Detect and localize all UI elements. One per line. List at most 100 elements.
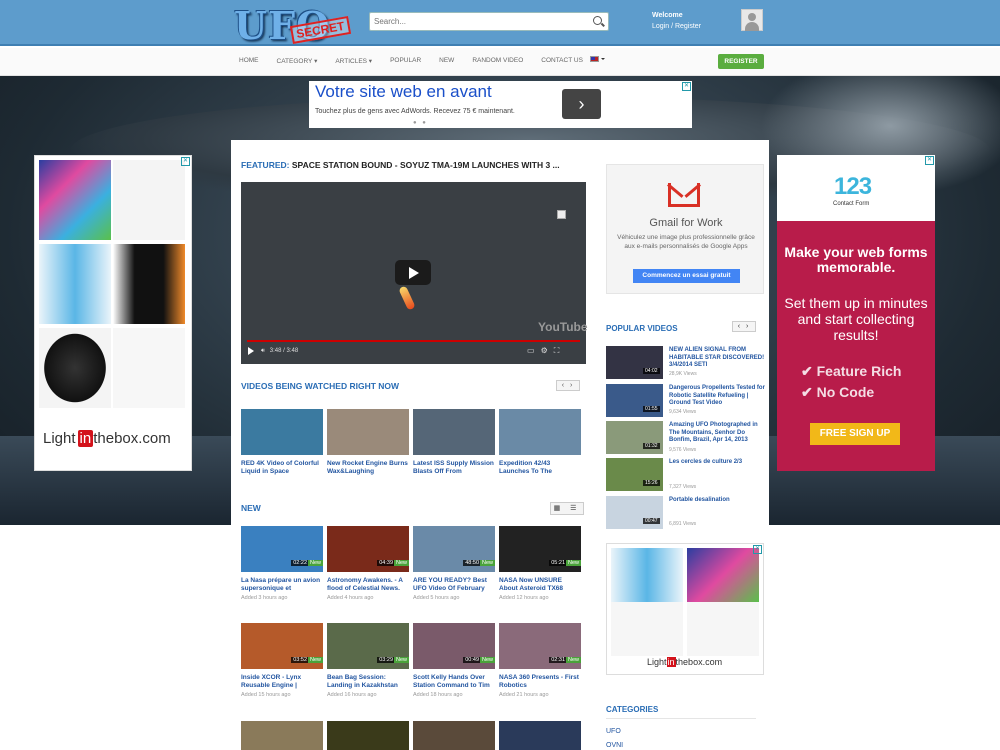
video-thumbnail[interactable] [499, 409, 581, 455]
video-caption[interactable]: La Nasa prépare un avion supersonique et… [241, 577, 323, 593]
video-player[interactable]: YouTube 🔊︎ 3:48 / 3:48 ▭⚙⛶ [241, 182, 588, 364]
list-item[interactable]: Latest ISS Supply Mission Blasts Off Fro… [413, 409, 495, 476]
nav-item-random-video[interactable]: RANDOM VIDEO [472, 57, 523, 65]
video-caption[interactable]: ARE YOU READY? Best UFO Video Of Februar… [413, 577, 495, 593]
popular-video-title[interactable]: Amazing UFO Photographed in The Mountain… [669, 422, 765, 445]
gmail-ad[interactable]: Gmail for Work Véhiculez une image plus … [606, 164, 764, 294]
nav-item-new[interactable]: NEW [439, 57, 454, 65]
popular-item[interactable]: 15:26 Les cercles de culture 2/3 7,327 Vie… [606, 458, 766, 494]
video-caption[interactable]: New Rocket Engine Burns Wax&Laughing [327, 460, 409, 476]
ad-close-icon[interactable]: ✕ [753, 545, 762, 554]
video-caption[interactable]: Latest ISS Supply Mission Blasts Off Fro… [413, 460, 495, 476]
ad-close-icon[interactable]: ✕ [181, 157, 190, 166]
popular-pager[interactable]: ‹ › [732, 321, 756, 332]
list-item[interactable]: 48:50 New ARE YOU READY? Best UFO Video Of… [413, 526, 495, 601]
ad-headline: Make your web forms memorable. [784, 244, 928, 275]
login-register-link[interactable]: Login / Register [652, 23, 701, 30]
featured-heading[interactable]: FEATURED: SPACE STATION BOUND - SOYUZ TM… [241, 160, 560, 170]
video-caption[interactable]: Bean Bag Session: Landing in Kazakhstan [327, 674, 409, 690]
ad-header: 123 Contact Form [777, 155, 935, 221]
youtube-logo[interactable]: YouTube [538, 320, 588, 334]
video-thumbnail[interactable] [413, 409, 495, 455]
popular-item[interactable]: 01:55 Dangerous Propellents Tested for Ro… [606, 384, 766, 420]
top-banner-ad[interactable]: Votre site web en avant Touchez plus de … [309, 81, 692, 128]
view-toggle[interactable]: ▦ ☰ [550, 502, 584, 515]
video-thumbnail[interactable] [327, 409, 409, 455]
popular-item[interactable]: 00:47 Portable desalination 6,891 Views [606, 496, 766, 532]
list-item[interactable]: Expedition 42/43 Launches To The [499, 409, 581, 476]
nav-item-home[interactable]: HOME [239, 57, 259, 65]
right-skyscraper-ad[interactable]: 123 Contact Form Make your web forms mem… [777, 155, 935, 471]
ad-product-cables [687, 548, 759, 602]
avatar[interactable] [741, 9, 763, 31]
video-thumbnail[interactable] [606, 458, 663, 491]
search-input[interactable] [370, 13, 580, 30]
video-progress-bar[interactable] [247, 340, 580, 342]
video-thumbnail[interactable] [327, 721, 409, 750]
list-item[interactable]: RED 4K Video of Colorful Liquid in Space [241, 409, 323, 476]
list-item[interactable]: 00:49 New Scott Kelly Hands Over Station C… [413, 623, 495, 698]
list-item[interactable]: 05:21 New NASA Now UNSURE About Asteroid T… [499, 526, 581, 601]
ad-close-icon[interactable]: ✕ [682, 82, 691, 91]
site-logo[interactable]: UFO SECRET [234, 3, 354, 48]
gmail-ad-title: Gmail for Work [649, 217, 723, 229]
list-item[interactable]: New Rocket Engine Burns Wax&Laughing [327, 409, 409, 476]
video-caption[interactable]: Inside XCOR - Lynx Reusable Engine | Exc… [241, 674, 323, 690]
popular-video-title[interactable]: Les cercles de culture 2/3 [669, 459, 765, 467]
left-skyscraper-ad[interactable]: Light in thebox.com ✕ [34, 155, 192, 471]
nav-item-contact[interactable]: CONTACT US [541, 57, 583, 65]
video-caption[interactable]: Scott Kelly Hands Over Station Command t… [413, 674, 495, 690]
ad-close-icon[interactable]: ✕ [925, 156, 934, 165]
nav-item-category[interactable]: CATEGORY ▾ [277, 57, 318, 65]
fullscreen-icon[interactable]: ⛶ [554, 346, 566, 355]
popular-video-title[interactable]: Dangerous Propellents Tested for Robotic… [669, 385, 765, 408]
volume-icon[interactable]: 🔊︎ [261, 348, 265, 354]
video-thumbnail[interactable] [606, 384, 663, 417]
duration-badge: 02:22 [291, 560, 309, 566]
captions-icon[interactable]: ▭ [527, 346, 541, 355]
ad-arrow-button[interactable]: › [562, 89, 601, 119]
video-thumbnail[interactable] [241, 721, 323, 750]
category-link-ovni[interactable]: OVNI [606, 742, 623, 749]
small-play-icon[interactable] [248, 347, 254, 355]
video-thumbnail[interactable] [606, 346, 663, 379]
view-count: 6,891 Views [669, 521, 697, 527]
search-icon[interactable] [593, 16, 602, 25]
free-signup-button[interactable]: FREE SIGN UP [810, 423, 900, 445]
gmail-ad-button[interactable]: Commencez un essai gratuit [633, 269, 740, 283]
popular-video-title[interactable]: NEW ALIEN SIGNAL FROM HABITABLE STAR DIS… [669, 347, 765, 370]
list-item[interactable]: 03:29 New Bean Bag Session: Landing in Kaz… [327, 623, 409, 698]
sidebar-ad[interactable]: Lightinthebox.com ✕ [606, 543, 764, 675]
video-caption[interactable]: RED 4K Video of Colorful Liquid in Space [241, 460, 323, 476]
register-button[interactable]: REGISTER [718, 54, 764, 69]
language-flag-icon[interactable] [590, 56, 605, 65]
watching-pager[interactable]: ‹ › [556, 380, 580, 391]
video-caption[interactable]: Expedition 42/43 Launches To The [499, 460, 581, 476]
video-thumbnail[interactable] [606, 496, 663, 529]
video-ad-icon[interactable] [557, 210, 566, 219]
popular-item[interactable]: 04:02 NEW ALIEN SIGNAL FROM HABITABLE STA… [606, 346, 766, 382]
list-item[interactable]: 03:52 New Inside XCOR - Lynx Reusable Engi… [241, 623, 323, 698]
popular-video-title[interactable]: Portable desalination [669, 497, 765, 505]
video-thumbnail[interactable] [606, 421, 663, 454]
new-badge: New [479, 657, 495, 663]
list-item[interactable]: 02:31 New NASA 360 Presents - First Roboti… [499, 623, 581, 698]
duration-badge: 02:31 [549, 657, 567, 663]
list-item[interactable]: 02:22 New La Nasa prépare un avion superso… [241, 526, 323, 601]
ad-product-hdmi-switch [39, 328, 111, 408]
popular-videos-title: POPULAR VIDEOS [606, 324, 678, 333]
play-icon[interactable] [395, 260, 431, 285]
popular-item[interactable]: 01:32 Amazing UFO Photographed in The Mou… [606, 421, 766, 457]
nav-item-articles[interactable]: ARTICLES ▾ [335, 57, 372, 65]
list-item[interactable]: 04:39 New Astronomy Awakens. - A flood of … [327, 526, 409, 601]
duration-badge: 04:39 [377, 560, 395, 566]
video-thumbnail[interactable] [413, 721, 495, 750]
video-caption[interactable]: NASA Now UNSURE About Asteroid TX68 Hitt… [499, 577, 581, 593]
nav-item-popular[interactable]: POPULAR [390, 57, 421, 65]
video-caption[interactable]: Astronomy Awakens. - A flood of Celestia… [327, 577, 409, 593]
video-thumbnail[interactable] [499, 721, 581, 750]
video-thumbnail[interactable] [241, 409, 323, 455]
settings-gear-icon[interactable]: ⚙ [541, 346, 554, 355]
video-caption[interactable]: NASA 360 Presents - First Robotics [499, 674, 581, 690]
category-link-ufo[interactable]: UFO [606, 728, 621, 735]
